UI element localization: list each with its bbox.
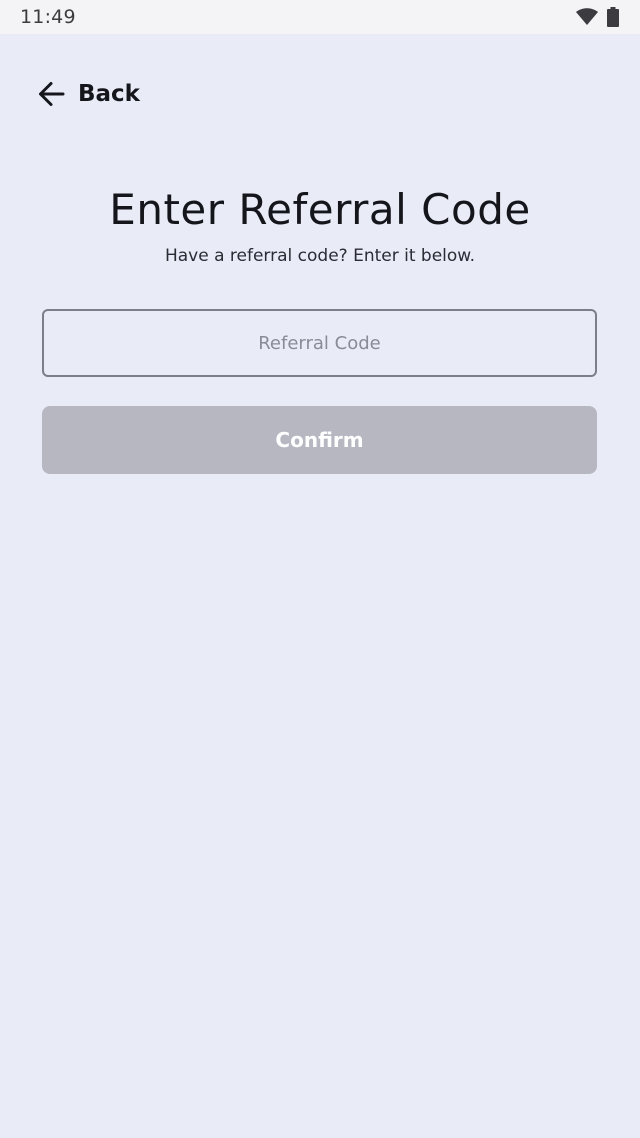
page-subtitle: Have a referral code? Enter it below. [164, 246, 476, 266]
battery-icon [607, 7, 619, 27]
back-button[interactable]: Back [36, 72, 140, 116]
status-time: 11:49 [20, 6, 76, 28]
page-title: Enter Referral Code [109, 185, 531, 234]
confirm-button[interactable]: Confirm [42, 406, 597, 474]
wifi-icon [576, 8, 598, 25]
referral-code-input[interactable] [42, 309, 597, 377]
arrow-left-icon [39, 82, 65, 106]
back-label: Back [78, 81, 140, 107]
status-bar: 11:49 [0, 0, 640, 34]
